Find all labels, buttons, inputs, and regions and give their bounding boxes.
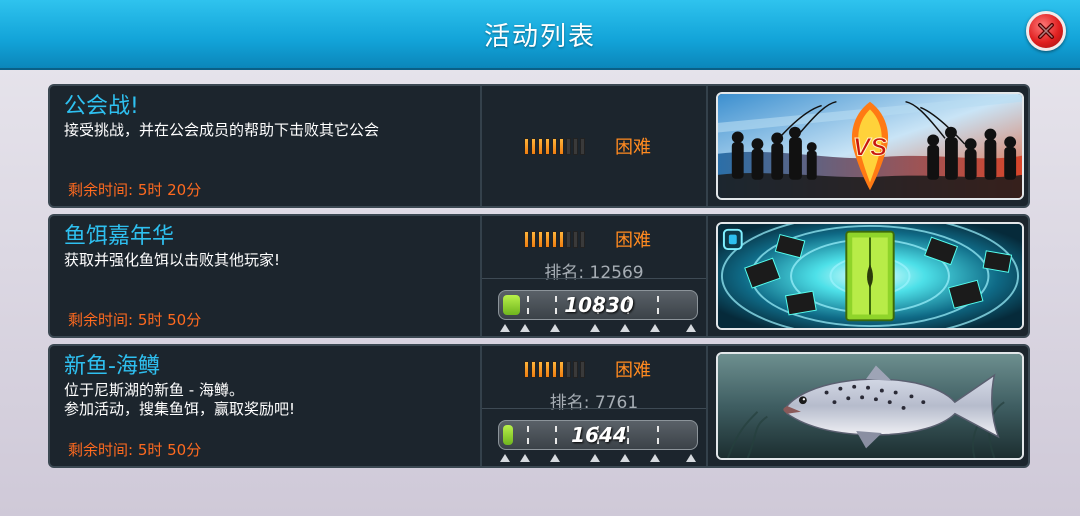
difficulty-bars xyxy=(524,360,585,378)
difficulty-segment xyxy=(552,137,557,155)
difficulty-bars xyxy=(524,230,585,248)
difficulty-segment xyxy=(580,137,585,155)
difficulty-indicator: 困难 xyxy=(524,356,651,382)
difficulty-segment xyxy=(545,137,550,155)
difficulty-segment xyxy=(566,360,571,378)
reward-marker xyxy=(650,454,660,462)
rank-text: 排名: 7761 xyxy=(549,393,639,413)
difficulty-segment xyxy=(531,360,536,378)
event-card-new-fish[interactable]: 新鱼-海鳟 位于尼斯湖的新鱼 - 海鳟。 参加活动，搜集鱼饵，赢取奖励吧! 剩余… xyxy=(48,344,1030,468)
reward-marker xyxy=(550,454,560,462)
difficulty-bars xyxy=(524,137,585,155)
description-line: 接受挑战，并在公会成员的帮助下击败其它公会 xyxy=(64,121,380,139)
difficulty-segment xyxy=(524,230,529,248)
reward-marker xyxy=(500,324,510,332)
difficulty-segment xyxy=(538,360,543,378)
reward-marker xyxy=(620,454,630,462)
difficulty-segment xyxy=(566,137,571,155)
close-button[interactable] xyxy=(1026,11,1066,51)
difficulty-segment xyxy=(573,137,578,155)
difficulty-segment xyxy=(524,360,529,378)
difficulty-segment xyxy=(531,137,536,155)
difficulty-indicator: 困难 xyxy=(524,133,651,159)
difficulty-segment xyxy=(566,230,571,248)
remaining-time: 剩余时间: 5时 50分 xyxy=(68,311,202,329)
difficulty-segment xyxy=(552,230,557,248)
sea-trout-image xyxy=(716,352,1024,460)
reward-marker xyxy=(550,324,560,332)
difficulty-segment xyxy=(538,230,543,248)
guild-war-vs-icon: VS xyxy=(718,94,1022,198)
description-line: 参加活动，搜集鱼饵，赢取奖励吧! xyxy=(64,400,296,418)
description-line: 位于尼斯湖的新鱼 - 海鳟。 xyxy=(64,381,244,399)
lure-carnival-portal xyxy=(718,224,1022,328)
reward-marker xyxy=(686,324,696,332)
difficulty-indicator: 困难 xyxy=(524,226,651,252)
score-value: 10830 xyxy=(564,293,634,317)
event-info: 新鱼-海鳟 位于尼斯湖的新鱼 - 海鳟。 参加活动，搜集鱼饵，赢取奖励吧! 剩余… xyxy=(50,346,480,466)
difficulty-segment xyxy=(580,230,585,248)
reward-marker xyxy=(520,324,530,332)
page-title: 活动列表 xyxy=(483,21,596,52)
difficulty-segment xyxy=(573,230,578,248)
sea-trout-fish xyxy=(718,354,1022,458)
event-stats: 困难 排名: 12569 10830 xyxy=(482,216,706,336)
difficulty-segment xyxy=(545,230,550,248)
reward-marker xyxy=(650,324,660,332)
event-description: 获取并强化鱼饵以击败其他玩家! xyxy=(64,251,280,270)
score-value: 1644 xyxy=(571,423,627,447)
guild-war-image: VS xyxy=(716,92,1024,200)
event-info: 公会战! 接受挑战，并在公会成员的帮助下击败其它公会 剩余时间: 5时 20分 xyxy=(50,86,480,206)
difficulty-segment xyxy=(580,360,585,378)
remaining-time: 剩余时间: 5时 20分 xyxy=(68,181,202,199)
score-progress-bar: 1644 xyxy=(498,420,698,450)
difficulty-segment xyxy=(552,360,557,378)
divider xyxy=(482,408,706,409)
difficulty-segment xyxy=(538,137,543,155)
reward-marker xyxy=(520,454,530,462)
event-stats: 困难 xyxy=(482,86,706,206)
difficulty-segment xyxy=(559,137,564,155)
difficulty-label: 困难 xyxy=(615,360,651,381)
event-card-guild-war[interactable]: 公会战! 接受挑战，并在公会成员的帮助下击败其它公会 剩余时间: 5时 20分 … xyxy=(48,84,1030,208)
event-info: 鱼饵嘉年华 获取并强化鱼饵以击败其他玩家! 剩余时间: 5时 50分 xyxy=(50,216,480,336)
divider xyxy=(482,278,706,279)
lure-carnival-image xyxy=(716,222,1024,330)
reward-markers xyxy=(500,454,700,464)
reward-markers xyxy=(500,324,700,334)
difficulty-segment xyxy=(524,137,529,155)
reward-marker xyxy=(500,454,510,462)
difficulty-segment xyxy=(531,230,536,248)
divider xyxy=(706,346,708,466)
reward-marker xyxy=(590,324,600,332)
difficulty-segment xyxy=(545,360,550,378)
rank-text: 排名: 12569 xyxy=(544,263,644,283)
header-bar: 活动列表 xyxy=(0,0,1080,70)
event-description: 接受挑战，并在公会成员的帮助下击败其它公会 xyxy=(64,121,379,140)
divider xyxy=(706,216,708,336)
close-icon xyxy=(1038,23,1054,39)
reward-marker xyxy=(590,454,600,462)
score-progress-bar: 10830 xyxy=(498,290,698,320)
remaining-time: 剩余时间: 5时 50分 xyxy=(68,441,202,459)
reward-marker xyxy=(686,454,696,462)
event-description: 位于尼斯湖的新鱼 - 海鳟。 参加活动，搜集鱼饵，赢取奖励吧! xyxy=(64,381,295,419)
event-title: 新鱼-海鳟 xyxy=(64,354,160,379)
difficulty-segment xyxy=(573,360,578,378)
event-stats: 困难 排名: 7761 1644 xyxy=(482,346,706,466)
event-card-lure-carnival[interactable]: 鱼饵嘉年华 获取并强化鱼饵以击败其他玩家! 剩余时间: 5时 50分 困难 排名… xyxy=(48,214,1030,338)
event-title: 鱼饵嘉年华 xyxy=(64,224,175,249)
reward-marker xyxy=(620,324,630,332)
description-line: 获取并强化鱼饵以击败其他玩家! xyxy=(64,251,281,269)
event-title: 公会战! xyxy=(64,94,139,119)
difficulty-segment xyxy=(559,230,564,248)
difficulty-segment xyxy=(559,360,564,378)
svg-text:VS: VS xyxy=(853,134,887,162)
difficulty-label: 困难 xyxy=(615,230,651,251)
difficulty-label: 困难 xyxy=(615,137,651,158)
divider xyxy=(706,86,708,206)
